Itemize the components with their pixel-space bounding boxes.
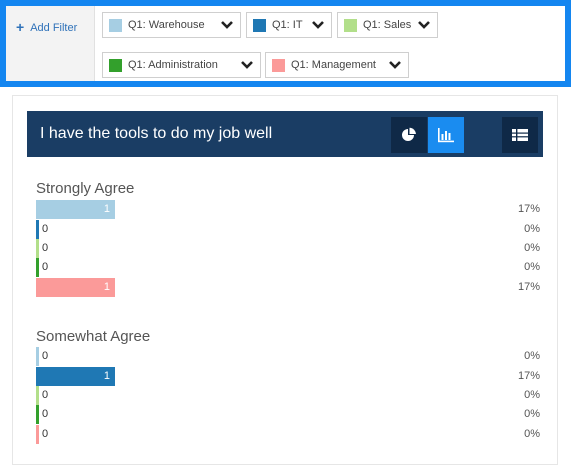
- response-percent: 17%: [517, 281, 540, 293]
- response-row: 0 0%: [36, 405, 540, 424]
- response-percent: 0%: [524, 350, 540, 362]
- response-row: 0 0%: [36, 220, 540, 239]
- response-row: 0 0%: [36, 239, 540, 258]
- chevron-down-icon[interactable]: [240, 58, 254, 72]
- filter-chip-administration[interactable]: Q1: Administration: [102, 52, 261, 78]
- chevron-down-icon[interactable]: [220, 18, 234, 32]
- response-percent: 0%: [524, 223, 540, 235]
- response-count: 1: [103, 281, 110, 293]
- filter-bar: + Add Filter Q1: Warehouse Q1: IT Q1: Sal…: [0, 0, 571, 87]
- response-percent: 0%: [524, 242, 540, 254]
- pie-chart-icon: [402, 127, 416, 141]
- response-bar: [36, 425, 39, 444]
- color-swatch: [109, 18, 122, 32]
- response-percent: 0%: [524, 428, 540, 440]
- filter-chip-management[interactable]: Q1: Management: [265, 52, 409, 78]
- question-header: I have the tools to do my job well: [27, 111, 543, 157]
- color-swatch: [253, 18, 266, 32]
- filter-chip-label: Q1: Management: [291, 59, 376, 71]
- response-count: 0: [42, 350, 49, 362]
- response-count: 0: [42, 223, 49, 235]
- response-bar: [36, 386, 39, 405]
- filter-chip-label: Q1: Sales: [363, 19, 412, 31]
- group-label-strongly-agree: Strongly Agree: [36, 180, 135, 197]
- response-percent: 17%: [517, 203, 540, 215]
- color-swatch: [344, 18, 357, 32]
- response-row: 0 0%: [36, 258, 540, 277]
- color-swatch: [109, 58, 122, 72]
- response-bar: [36, 220, 39, 239]
- filter-chip-label: Q1: Administration: [128, 59, 218, 71]
- response-count: 0: [42, 261, 49, 273]
- response-bar: [36, 347, 39, 366]
- chevron-down-icon[interactable]: [388, 58, 402, 72]
- chevron-down-icon[interactable]: [417, 18, 431, 32]
- response-bar: [36, 239, 39, 258]
- filter-chip-warehouse[interactable]: Q1: Warehouse: [102, 12, 241, 38]
- filter-chip-sales[interactable]: Q1: Sales: [337, 12, 438, 38]
- table-icon: [512, 129, 528, 141]
- response-row: 1 17%: [36, 367, 540, 386]
- response-bar: [36, 405, 39, 424]
- add-filter-label: Add Filter: [30, 22, 78, 34]
- response-count: 0: [42, 242, 49, 254]
- response-percent: 0%: [524, 261, 540, 273]
- response-count: 1: [103, 203, 110, 215]
- response-percent: 0%: [524, 408, 540, 420]
- question-title: I have the tools to do my job well: [40, 125, 273, 142]
- response-count: 0: [42, 428, 49, 440]
- plus-icon: +: [16, 19, 25, 35]
- response-bar: 1: [36, 278, 115, 297]
- response-count: 0: [42, 408, 49, 420]
- group-label-somewhat-agree: Somewhat Agree: [36, 328, 151, 345]
- response-bar: 1: [36, 200, 115, 219]
- response-percent: 17%: [517, 370, 540, 382]
- filter-chip-it[interactable]: Q1: IT: [246, 12, 332, 38]
- filter-chip-label: Q1: Warehouse: [128, 19, 205, 31]
- response-count: 0: [42, 389, 49, 401]
- response-row: 1 17%: [36, 200, 540, 219]
- color-swatch: [272, 58, 285, 72]
- chevron-down-icon[interactable]: [311, 18, 325, 32]
- table-view-button[interactable]: [502, 117, 538, 153]
- add-filter-button[interactable]: + Add Filter: [6, 6, 95, 81]
- bar-chart-button[interactable]: [428, 117, 464, 153]
- response-row: 0 0%: [36, 386, 540, 405]
- response-bar: [36, 258, 39, 277]
- response-row: 0 0%: [36, 425, 540, 444]
- response-count: 1: [103, 370, 110, 382]
- filter-chip-label: Q1: IT: [272, 19, 303, 31]
- response-row: 0 0%: [36, 347, 540, 366]
- response-row: 1 17%: [36, 278, 540, 297]
- response-bar: 1: [36, 367, 115, 386]
- bar-chart-icon: [438, 128, 454, 143]
- response-percent: 0%: [524, 389, 540, 401]
- pie-chart-button[interactable]: [391, 117, 427, 153]
